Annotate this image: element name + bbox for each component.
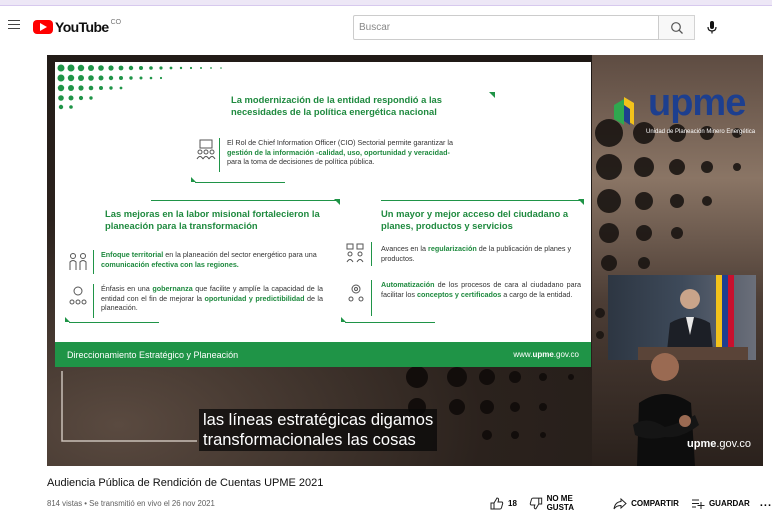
- video-meta: 814 vistas • Se transmitió en vivo el 26…: [47, 499, 215, 508]
- slide-heading-modernization: La modernización de la entidad respondió…: [231, 94, 442, 117]
- youtube-logo[interactable]: YouTube CO: [33, 19, 121, 35]
- divider-line: [219, 138, 220, 172]
- caption-line-2: transformacionales las cosas: [203, 431, 416, 449]
- slide-heading-mejoras: Las mejoras en la labor misional fortale…: [105, 208, 320, 231]
- voice-search-button[interactable]: [703, 18, 721, 36]
- divider-line: [93, 250, 94, 274]
- automation-icon: [348, 284, 364, 302]
- corner-marker: [341, 317, 346, 322]
- upme-wordmark: upme: [648, 82, 746, 124]
- slide-text-cio: El Rol de Chief Information Officer (CIO…: [227, 138, 453, 167]
- upme-subtitle: Unidad de Planeación Minero Energética: [646, 129, 756, 135]
- dislike-label: NO ME GUSTA: [546, 494, 574, 512]
- divider-line: [371, 280, 372, 316]
- country-code: CO: [110, 19, 122, 26]
- video-title: Audiencia Pública de Rendición de Cuenta…: [47, 477, 324, 489]
- slide-footer-url: www.upme.gov.co: [513, 350, 579, 359]
- like-button[interactable]: 18: [490, 496, 517, 510]
- like-count: 18: [508, 498, 517, 508]
- youtube-play-icon: [33, 20, 53, 34]
- divider-line: [371, 242, 372, 266]
- save-label: GUARDAR: [708, 498, 750, 508]
- slide-footer: Direccionamiento Estratégico y Planeació…: [55, 342, 591, 367]
- divider-line: [345, 322, 435, 323]
- search-icon: [671, 22, 683, 34]
- slide-text-automatizacion: Automatización de los procesos de cara a…: [381, 280, 581, 299]
- slide-text-gobernanza: Énfasis en una gobernanza que facilite y…: [101, 284, 323, 313]
- share-label: COMPARTIR: [631, 498, 679, 508]
- slide-heading-acceso: Un mayor y mejor acceso del ciudadano a …: [381, 208, 569, 231]
- divider-line: [195, 182, 285, 183]
- citizens-icon: [346, 243, 364, 263]
- menu-icon[interactable]: [8, 20, 20, 30]
- search-button[interactable]: [659, 15, 695, 40]
- governance-icon: [69, 286, 87, 305]
- more-actions-button[interactable]: ...: [760, 497, 772, 509]
- youtube-header: YouTube CO Buscar: [0, 6, 772, 46]
- corner-marker: [191, 177, 196, 182]
- caption-line-1: las líneas estratégicas digamos: [203, 411, 434, 429]
- add-to-playlist-icon: [691, 499, 705, 509]
- upme-leaf-icon: [614, 97, 634, 125]
- divider-line: [69, 322, 159, 323]
- team-icon: [196, 139, 216, 160]
- slide-text-enfoque: Enfoque territorial en la planeación del…: [101, 250, 317, 269]
- share-button[interactable]: COMPARTIR: [613, 497, 679, 510]
- youtube-wordmark: YouTube: [55, 19, 109, 35]
- corner-marker: [578, 199, 584, 205]
- save-button[interactable]: GUARDAR: [691, 497, 750, 510]
- slide-dot-pattern: [57, 64, 222, 110]
- divider-line: [151, 200, 336, 201]
- thumbs-up-icon: [490, 496, 504, 509]
- presentation-slide: La modernización de la entidad respondió…: [55, 62, 591, 367]
- video-caption: las líneas estratégicas digamos transfor…: [199, 409, 438, 451]
- microphone-icon: [707, 21, 717, 34]
- upme-logo: upme Unidad de Planeación Minero Energét…: [602, 82, 756, 143]
- dislike-button[interactable]: NO ME GUSTA: [529, 494, 601, 512]
- slide-footer-title: Direccionamiento Estratégico y Planeació…: [67, 350, 239, 360]
- thumbs-down-icon: [529, 497, 543, 509]
- divider-line: [93, 284, 94, 318]
- upme-watermark: upme.gov.co: [687, 438, 751, 450]
- heading1-corner: [489, 92, 495, 98]
- corner-marker: [334, 199, 340, 205]
- divider-line: [381, 200, 581, 201]
- share-icon: [613, 497, 627, 509]
- video-player[interactable]: La modernización de la entidad respondió…: [47, 55, 763, 466]
- corner-marker: [65, 317, 70, 322]
- slide-text-regularizacion: Avances en la regularización de la publi…: [381, 244, 572, 263]
- video-actions: 18 NO ME GUSTA COMPARTIR GUARDAR ...: [490, 494, 772, 512]
- people-location-icon: [69, 253, 87, 270]
- search-input[interactable]: Buscar: [353, 15, 659, 40]
